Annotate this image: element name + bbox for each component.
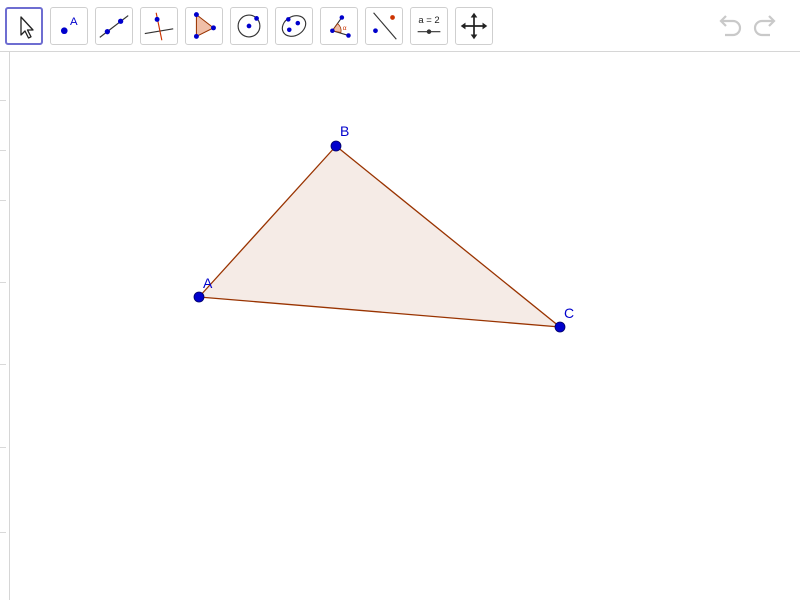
tool-slider[interactable]: a = 2 — [410, 7, 448, 45]
redo-icon — [753, 15, 776, 37]
point-icon-letter: A — [70, 16, 78, 28]
tool-point[interactable]: A — [50, 7, 88, 45]
polygon-icon — [193, 12, 216, 39]
tool-move-graphics[interactable] — [455, 7, 493, 45]
geogebra-app: A α a = 2 A B C — [0, 0, 800, 600]
tool-perpendicular[interactable] — [140, 7, 178, 45]
strip-divider — [0, 150, 6, 151]
strip-divider — [0, 447, 6, 448]
arrow-cursor-icon — [20, 16, 34, 39]
point-b[interactable] — [330, 140, 342, 152]
strip-divider — [0, 100, 6, 101]
tool-polygon[interactable] — [185, 7, 223, 45]
graphics-view[interactable]: A B C — [11, 53, 800, 600]
algebra-view-collapsed[interactable] — [0, 52, 10, 600]
svg-text:α: α — [343, 25, 347, 32]
tool-reflect[interactable] — [365, 7, 403, 45]
strip-divider — [0, 200, 6, 201]
tool-move[interactable] — [5, 7, 43, 45]
slider-icon-text: a = 2 — [418, 15, 439, 26]
tool-line[interactable] — [95, 7, 133, 45]
slider-icon: a = 2 — [417, 15, 441, 34]
point-c[interactable] — [554, 321, 566, 333]
strip-divider — [0, 364, 6, 365]
strip-divider — [0, 532, 6, 533]
perpendicular-line-icon — [144, 12, 174, 41]
reflect-about-line-icon — [373, 12, 397, 40]
line-through-points-icon — [99, 15, 129, 38]
point-a-label: A — [203, 275, 213, 291]
point-a[interactable] — [193, 291, 205, 303]
tool-angle[interactable]: α — [320, 7, 358, 45]
tool-circle[interactable] — [230, 7, 268, 45]
undo-icon — [719, 15, 742, 37]
toolbar: A α a = 2 — [0, 0, 800, 52]
tool-conic[interactable] — [275, 7, 313, 45]
angle-icon: α — [330, 15, 351, 38]
move-graphics-view-icon — [460, 12, 488, 40]
redo-button[interactable] — [750, 12, 782, 40]
strip-divider — [0, 282, 6, 283]
ellipse-icon — [281, 15, 307, 37]
point-icon: A — [60, 16, 78, 35]
circle-center-point-icon — [237, 14, 261, 38]
undo-button[interactable] — [713, 12, 745, 40]
point-c-label: C — [564, 305, 574, 321]
point-b-label: B — [340, 123, 349, 139]
